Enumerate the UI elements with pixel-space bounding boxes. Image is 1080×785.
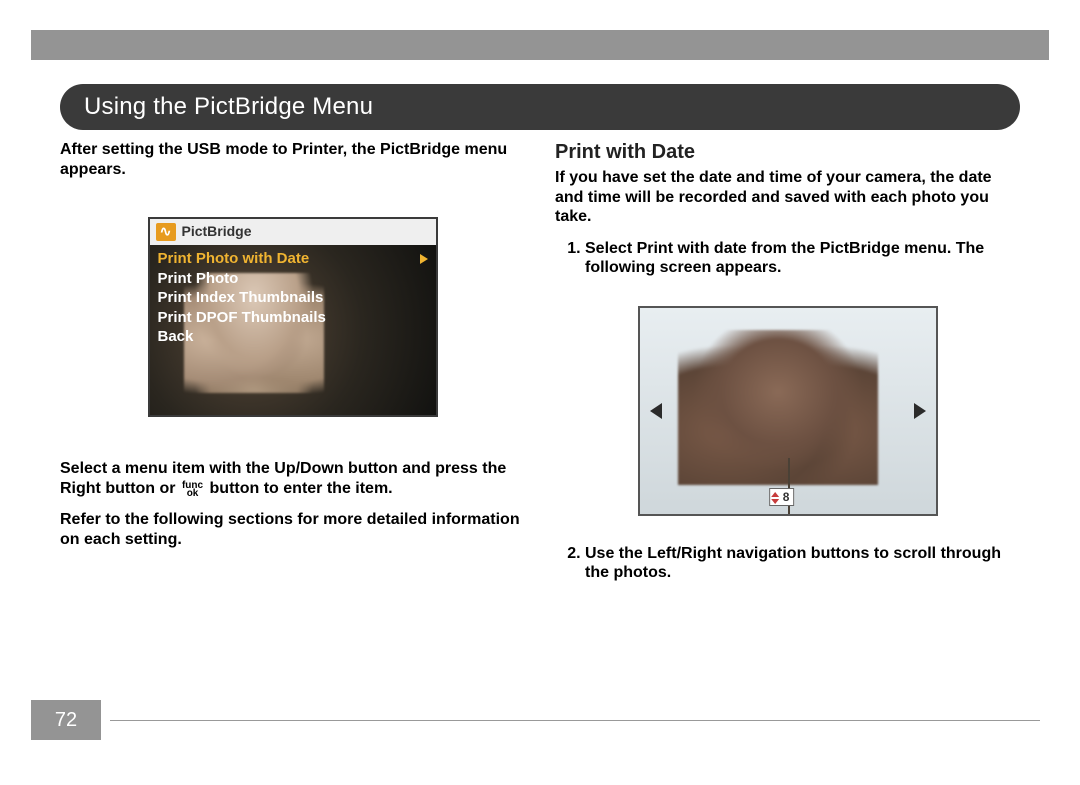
section-title-text: Using the PictBridge Menu xyxy=(84,93,373,121)
select-instruction: Select a menu item with the Up/Down butt… xyxy=(60,459,525,498)
menu-item: Print Photo xyxy=(158,269,428,289)
footer-divider xyxy=(110,720,1040,721)
right-intro: If you have set the date and time of you… xyxy=(555,168,1020,227)
subheading: Print with Date xyxy=(555,140,1020,164)
nav-right-icon xyxy=(914,403,926,419)
section-title: Using the PictBridge Menu xyxy=(60,84,1020,130)
top-bar xyxy=(31,30,1049,60)
counter-value: 8 xyxy=(783,490,790,505)
nav-left-icon xyxy=(650,403,662,419)
steps-list: Select Print with date from the PictBrid… xyxy=(555,239,1020,278)
updown-icon xyxy=(771,492,779,504)
func-ok-button-icon: funcok xyxy=(182,482,203,498)
content: After setting the USB mode to Printer, t… xyxy=(60,140,1020,589)
menu-item: Back xyxy=(158,327,428,347)
menu-item: Print Index Thumbnails xyxy=(158,288,428,308)
menu-item-selected: Print Photo with Date xyxy=(158,249,428,269)
chevron-right-icon xyxy=(420,254,428,264)
ok-label: ok xyxy=(182,490,203,498)
lcd-menu-list: Print Photo with Date Print Photo Print … xyxy=(150,245,436,351)
steps-list-cont: Use the Left/Right navigation buttons to… xyxy=(555,544,1020,583)
flower-graphic-2 xyxy=(678,330,878,485)
select-text-b: button to enter the item. xyxy=(205,480,393,497)
left-column: After setting the USB mode to Printer, t… xyxy=(60,140,525,589)
menu-item: Print DPOF Thumbnails xyxy=(158,308,428,328)
menu-item-label: Print Photo with Date xyxy=(158,249,310,269)
lcd-header-text: PictBridge xyxy=(182,223,252,240)
page-number-value: 72 xyxy=(55,709,77,732)
lcd-header: ∿ PictBridge xyxy=(150,219,436,245)
photo-counter: 8 xyxy=(769,488,795,506)
step-1: Select Print with date from the PictBrid… xyxy=(585,239,1020,278)
pictbridge-icon: ∿ xyxy=(156,223,176,241)
page-number: 72 xyxy=(31,700,101,740)
right-column: Print with Date If you have set the date… xyxy=(555,140,1020,589)
intro-paragraph: After setting the USB mode to Printer, t… xyxy=(60,140,525,179)
refer-paragraph: Refer to the following sections for more… xyxy=(60,510,525,549)
photo-preview: 8 xyxy=(638,306,938,516)
lcd-background: Print Photo with Date Print Photo Print … xyxy=(150,245,436,415)
step-2: Use the Left/Right navigation buttons to… xyxy=(585,544,1020,583)
pictbridge-menu-screenshot: ∿ PictBridge Print Photo with Date Print… xyxy=(148,217,438,417)
